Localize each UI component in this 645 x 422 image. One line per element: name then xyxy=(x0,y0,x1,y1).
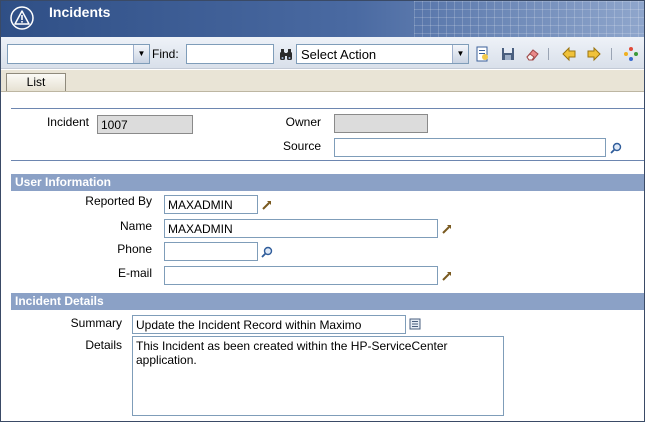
eraser-icon[interactable] xyxy=(524,46,540,62)
title-bar-pattern xyxy=(414,1,644,37)
toolbar-separator xyxy=(548,48,549,60)
save-icon[interactable] xyxy=(500,46,516,62)
reported-by-label: Reported By xyxy=(85,194,152,208)
workflow-icon[interactable] xyxy=(623,46,639,62)
new-record-icon[interactable] xyxy=(474,46,490,62)
find-input[interactable] xyxy=(186,44,274,64)
tab-list[interactable]: List xyxy=(6,73,66,91)
incident-id-field[interactable]: 1007 xyxy=(97,115,193,134)
chevron-down-icon: ▼ xyxy=(452,45,468,63)
select-action-dropdown[interactable]: Select Action ▼ xyxy=(296,44,469,64)
find-label: Find: xyxy=(152,47,179,61)
next-record-icon[interactable] xyxy=(586,46,602,62)
binoculars-icon[interactable] xyxy=(278,46,294,62)
details-textarea[interactable]: This Incident as been created within the… xyxy=(132,336,504,416)
lookup-icon[interactable] xyxy=(261,246,273,258)
application-window: Incidents ▼ Find: Select Action ▼ List I… xyxy=(0,0,645,422)
owner-label: Owner xyxy=(285,115,321,129)
divider xyxy=(11,108,644,109)
email-label: E-mail xyxy=(117,266,152,280)
incident-label: Incident xyxy=(46,115,89,129)
go-to-icon[interactable] xyxy=(441,270,453,282)
warning-icon xyxy=(10,6,34,30)
section-header-incident-details: Incident Details xyxy=(11,293,644,310)
long-description-icon[interactable] xyxy=(409,318,421,330)
app-title: Incidents xyxy=(49,4,111,20)
section-header-user-information: User Information xyxy=(11,174,644,191)
phone-field[interactable] xyxy=(164,242,258,261)
toolbar-separator xyxy=(611,48,612,60)
saved-query-select[interactable]: ▼ xyxy=(7,44,150,64)
source-field[interactable] xyxy=(334,138,606,157)
tab-bar xyxy=(1,70,644,92)
divider xyxy=(11,160,644,161)
lookup-icon[interactable] xyxy=(610,142,622,154)
phone-label: Phone xyxy=(117,242,152,256)
source-label: Source xyxy=(282,139,321,153)
email-field[interactable] xyxy=(164,266,438,285)
summary-label: Summary xyxy=(70,316,122,330)
reported-by-field[interactable]: MAXADMIN xyxy=(164,195,258,214)
name-field[interactable]: MAXADMIN xyxy=(164,219,438,238)
chevron-down-icon: ▼ xyxy=(133,45,149,63)
go-to-icon[interactable] xyxy=(261,199,273,211)
go-to-icon[interactable] xyxy=(441,223,453,235)
name-label: Name xyxy=(119,219,152,233)
title-bar: Incidents xyxy=(1,1,644,37)
details-label: Details xyxy=(85,338,122,352)
previous-record-icon[interactable] xyxy=(561,46,577,62)
owner-field[interactable] xyxy=(334,114,428,133)
summary-field[interactable]: Update the Incident Record within Maximo xyxy=(132,315,406,334)
